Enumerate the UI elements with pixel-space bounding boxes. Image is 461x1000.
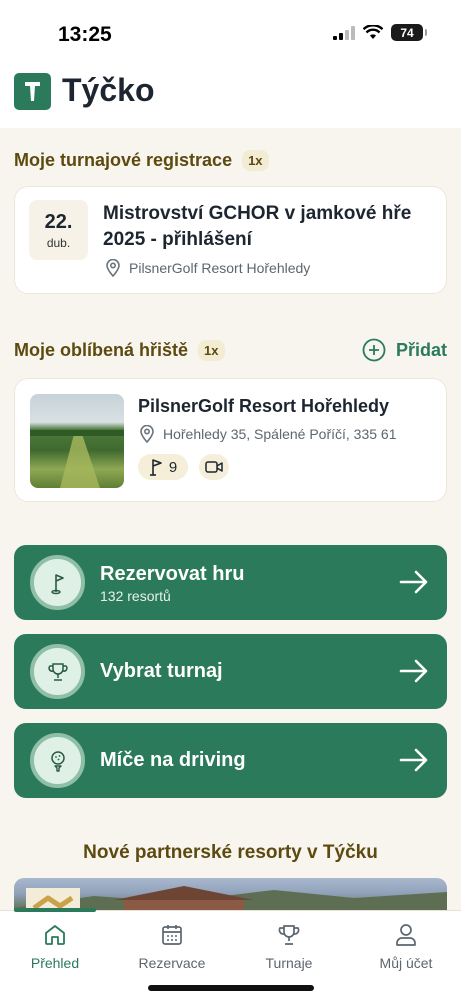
driving-range-icon-circle [30, 733, 85, 788]
trophy-icon [47, 662, 68, 681]
signal-icon [333, 25, 355, 40]
course-address-text: Hořehledy 35, Spálené Poříčí, 335 61 [163, 426, 397, 442]
location-pin-icon [106, 259, 120, 277]
course-name: PilsnerGolf Resort Hořehledy [138, 396, 390, 416]
active-tab-indicator [14, 908, 96, 912]
date-day: 22. [44, 211, 73, 233]
tournament-location-text: PilsnerGolf Resort Hořehledy [129, 260, 311, 276]
status-bar: 13:25 74 [0, 0, 461, 70]
course-photo-image [30, 430, 124, 488]
book-game-subtitle: 132 resortů [100, 588, 171, 604]
arrow-right-icon [399, 748, 428, 772]
choose-tournament-title: Vybrat turnaj [100, 660, 223, 682]
video-chip[interactable] [199, 454, 229, 480]
wifi-icon [363, 25, 383, 39]
registrations-heading: Moje turnajové registrace 1x [14, 150, 269, 171]
favorites-heading-text: Moje oblíbená hřiště [14, 340, 189, 360]
tab-my-account-label: Můj účet [379, 955, 433, 971]
tab-reservations-label: Rezervace [138, 955, 206, 971]
flag-icon [149, 459, 162, 476]
tab-tournaments[interactable]: Turnaje [239, 923, 339, 971]
tab-reservations[interactable]: Rezervace [122, 923, 222, 971]
tab-my-account[interactable]: Můj účet [356, 923, 456, 971]
status-icons: 74 [333, 24, 427, 41]
home-icon [45, 925, 65, 945]
plus-circle-icon [362, 338, 386, 362]
favorites-count-badge: 1x [198, 340, 225, 361]
tab-tournaments-label: Turnaje [265, 955, 313, 971]
book-game-title: Rezervovat hru [100, 563, 245, 585]
add-favorite-button[interactable]: Přidat [362, 338, 447, 362]
app-logo [14, 73, 51, 110]
holes-chip: 9 [138, 454, 188, 480]
holes-count: 9 [168, 458, 178, 476]
registrations-count-badge: 1x [242, 150, 269, 171]
calendar-icon [162, 925, 182, 945]
book-game-button[interactable]: Rezervovat hru 132 resortů [14, 545, 447, 620]
registrations-heading-text: Moje turnajové registrace [14, 150, 233, 170]
date-month: dub. [46, 236, 71, 250]
add-favorite-label: Přidat [395, 339, 447, 360]
favorite-course-card[interactable]: PilsnerGolf Resort Hořehledy Hořehledy 3… [14, 378, 447, 502]
tab-overview[interactable]: Přehled [5, 923, 105, 971]
tournament-title: Mistrovství GCHOR v jamkové hře 2025 - p… [103, 203, 412, 250]
video-camera-icon [205, 461, 223, 473]
choose-tournament-icon-circle [30, 644, 85, 699]
course-photo [30, 394, 124, 488]
choose-tournament-button[interactable]: Vybrat turnaj [14, 634, 447, 709]
driving-range-balls-button[interactable]: Míče na driving [14, 723, 447, 798]
partner-resorts-heading: Nové partnerské resorty v Týčku [83, 842, 378, 863]
trophy-icon [278, 925, 300, 945]
status-time: 13:25 [58, 23, 112, 46]
tournament-registration-card[interactable]: 22. dub. Mistrovství GCHOR v jamkové hře… [14, 186, 447, 294]
app-title: Týčko [62, 72, 155, 108]
user-icon [396, 924, 416, 946]
tournament-location: PilsnerGolf Resort Hořehledy [105, 259, 310, 277]
battery-indicator: 74 [391, 24, 427, 41]
flag-icon [50, 573, 64, 594]
favorites-heading: Moje oblíbená hřiště 1x [14, 340, 225, 361]
driving-range-title: Míče na driving [100, 749, 246, 771]
date-box: 22. dub. [29, 200, 88, 260]
app-header: Týčko [0, 70, 461, 128]
tee-icon [25, 82, 40, 101]
book-game-icon-circle [30, 555, 85, 610]
arrow-right-icon [399, 570, 428, 594]
arrow-right-icon [399, 659, 428, 683]
golf-ball-icon [50, 750, 65, 772]
home-indicator [148, 985, 314, 991]
location-pin-icon [140, 425, 154, 443]
tab-overview-label: Přehled [30, 955, 80, 971]
course-address: Hořehledy 35, Spálené Poříčí, 335 61 [139, 425, 397, 443]
